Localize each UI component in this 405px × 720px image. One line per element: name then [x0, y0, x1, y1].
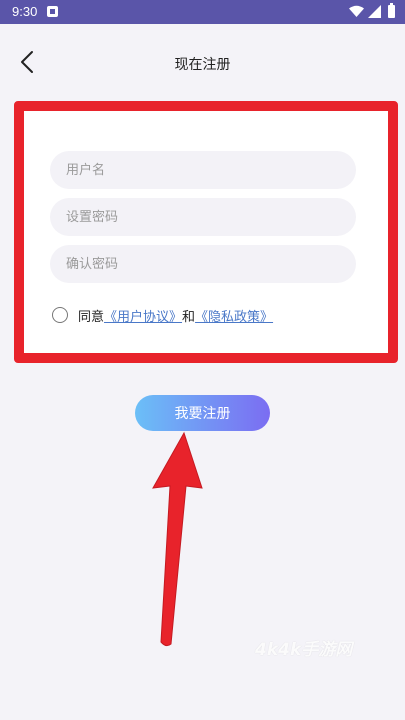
status-time: 9:30 — [12, 4, 38, 19]
register-button[interactable]: 我要注册 — [135, 395, 270, 431]
header: 现在注册 — [0, 24, 405, 100]
password-input[interactable] — [50, 198, 356, 236]
username-input[interactable] — [50, 151, 356, 189]
user-agreement-link[interactable]: 《用户协议》 — [104, 306, 182, 325]
status-bar: 9:30 — [0, 0, 405, 24]
confirm-password-input[interactable] — [50, 245, 356, 283]
wifi-icon — [349, 5, 364, 17]
watermark: 4k4k手游网 — [255, 640, 353, 660]
agreement-row: 同意 《用户协议》 和 《隐私政策》 — [52, 305, 273, 325]
agree-and: 和 — [182, 309, 196, 325]
privacy-policy-link[interactable]: 《隐私政策》 — [195, 306, 273, 325]
page-title: 现在注册 — [174, 57, 231, 73]
agree-checkbox[interactable] — [52, 307, 68, 323]
battery-icon — [388, 3, 395, 18]
notification-icon — [47, 6, 58, 17]
signal-icon — [368, 5, 381, 18]
agree-prefix: 同意 — [78, 309, 105, 325]
